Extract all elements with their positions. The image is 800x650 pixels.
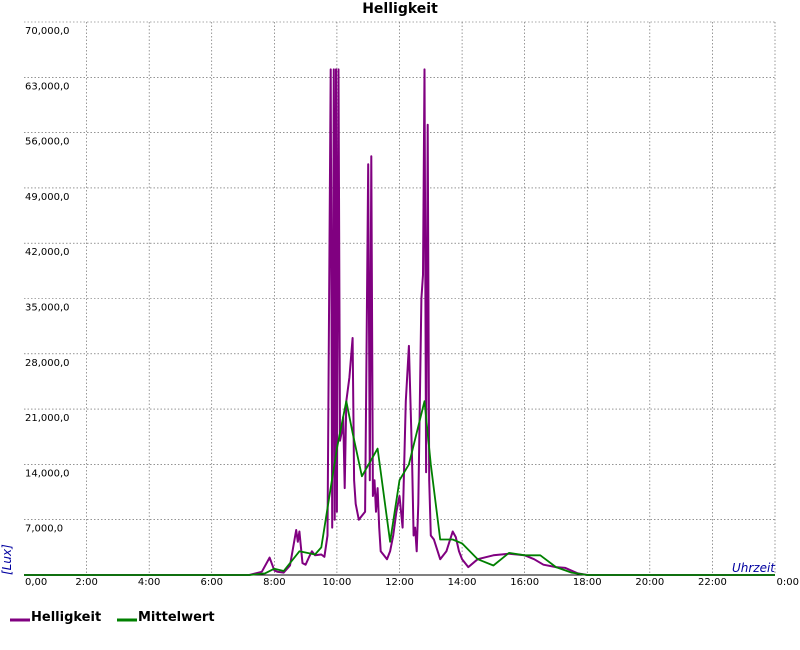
legend-label-helligkeit: Helligkeit (31, 610, 101, 625)
x-tick-labels: 0,00 2:00 4:00 6:00 8:00 10:00 12:00 14:00 16:00… (25, 577, 799, 588)
y-tick-label-9: 70,000,0 (25, 26, 70, 37)
x-tick-label-3: 6:00 (201, 577, 223, 588)
x-tick-label-11: 22:00 (698, 577, 727, 588)
y-tick-label-8: 63,000,0 (25, 81, 70, 92)
x-tick-label-0: 0,00 (25, 577, 47, 588)
x-tick-label-8: 16:00 (510, 577, 539, 588)
y-tick-label-2: 21,000,0 (25, 413, 70, 424)
x-tick-label-5: 10:00 (323, 577, 352, 588)
legend: Helligkeit Mittelwert (10, 610, 215, 625)
y-tick-label-6: 49,000,0 (25, 192, 70, 203)
x-tick-label-6: 12:00 (385, 577, 414, 588)
x-axis-label: Uhrzeit (732, 561, 776, 575)
x-tick-label-4: 8:00 (263, 577, 285, 588)
chart-title: Helligkeit (362, 1, 438, 17)
y-tick-label-5: 42,000,0 (25, 247, 70, 258)
y-axis-label: [Lux] (0, 544, 14, 575)
y-tick-label-1: 14,000,0 (25, 468, 70, 479)
x-tick-label-2: 4:00 (138, 577, 160, 588)
y-tick-label-7: 56,000,0 (25, 137, 70, 148)
legend-label-mittelwert: Mittelwert (138, 610, 215, 625)
x-tick-label-7: 14:00 (448, 577, 477, 588)
x-tick-label-9: 18:00 (573, 577, 602, 588)
x-tick-label-10: 20:00 (635, 577, 664, 588)
y-tick-label-3: 28,000,0 (25, 358, 70, 369)
y-tick-label-0: 7,000,0 (25, 524, 63, 535)
x-tick-label-12: 0:00 (777, 577, 799, 588)
y-tick-label-4: 35,000,0 (25, 303, 70, 314)
x-tick-label-1: 2:00 (75, 577, 97, 588)
chart: 7,000,0 14,000,0 21,000,0 28,000,0 35,000,0 4… (0, 1, 799, 625)
